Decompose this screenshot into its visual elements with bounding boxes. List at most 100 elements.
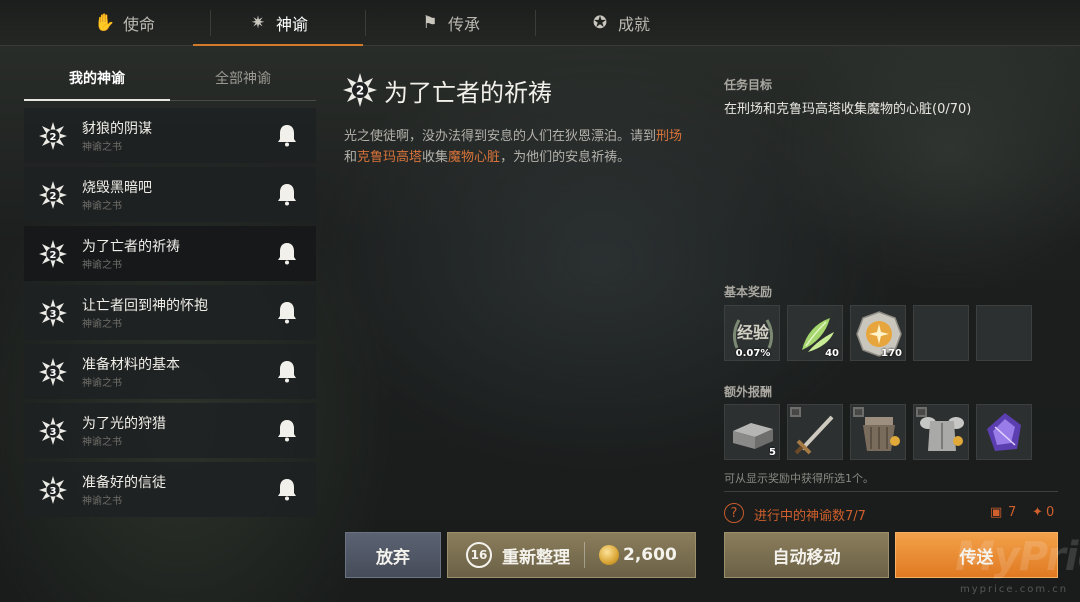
- give-up-button[interactable]: 放弃: [345, 532, 441, 578]
- quest-level-badge-icon: 3: [39, 358, 67, 386]
- spark-icon: ✦: [1032, 505, 1043, 520]
- quest-title: 烧毁黑暗吧: [82, 180, 152, 196]
- desc-text: 和: [344, 150, 358, 165]
- quest-list-item[interactable]: 3 为了光的狩猎 神谕之书: [24, 403, 316, 458]
- objective-text: 在刑场和克鲁玛高塔收集魔物的心脏(0/70): [724, 102, 972, 117]
- quest-title: 准备好的信徒: [82, 475, 166, 491]
- reward-slot-medal[interactable]: 170: [850, 305, 906, 361]
- quest-level-badge-icon: 3: [39, 417, 67, 445]
- desc-item-link: 魔物心脏: [448, 150, 501, 165]
- tab-all-oracles[interactable]: 全部神谕: [170, 56, 316, 100]
- oracle-progress-row: ? 进行中的神谕数7/7 ▣ 7 ✦ 0: [724, 503, 1058, 525]
- book-icon: ▤: [853, 407, 864, 417]
- reward-slot-feather[interactable]: 40: [787, 305, 843, 361]
- svg-text:3: 3: [50, 427, 57, 438]
- reward-value: 5: [769, 447, 776, 458]
- tab-achievement[interactable]: ✪ 成就: [535, 0, 705, 45]
- desc-location-link: 克鲁玛高塔: [357, 150, 423, 165]
- extra-reward-note: 可从显示奖励中获得所选1个。: [724, 472, 874, 485]
- watermark-url: myprice.com.cn: [960, 584, 1069, 595]
- scroll-icon: ▣: [990, 505, 1003, 520]
- reward-slot-empty: [913, 305, 969, 361]
- svg-text:2: 2: [50, 132, 57, 143]
- reward-value: 170: [881, 348, 902, 359]
- quest-level-badge-icon: 3: [39, 299, 67, 327]
- refresh-count-icon: 16: [466, 542, 492, 568]
- help-icon[interactable]: ?: [724, 503, 744, 523]
- extra-reward-slot[interactable]: ▤: [787, 404, 843, 460]
- svg-text:2: 2: [50, 250, 57, 261]
- quest-level-badge-icon: 2: [39, 181, 67, 209]
- quest-subtitle: 神谕之书: [82, 319, 122, 330]
- watermark-logo: MyPrice: [955, 534, 1080, 580]
- quest-level-badge-icon: 2: [39, 122, 67, 150]
- bell-icon[interactable]: [276, 418, 298, 442]
- extra-reward-slot[interactable]: ▤: [913, 404, 969, 460]
- quest-title: 为了亡者的祈祷: [82, 239, 180, 255]
- bell-icon[interactable]: [276, 123, 298, 147]
- book-icon: ▤: [916, 407, 927, 417]
- reward-value: 0.07%: [735, 348, 771, 359]
- extra-reward-slot[interactable]: 5: [724, 404, 780, 460]
- star-burst-icon: ✷: [250, 12, 266, 33]
- quest-subtitle: 神谕之书: [82, 142, 122, 153]
- bell-icon[interactable]: [276, 182, 298, 206]
- tab-oracle[interactable]: ✷ 神谕: [193, 0, 363, 46]
- tab-mission-label: 使命: [122, 14, 155, 34]
- tab-my-oracles[interactable]: 我的神谕: [24, 56, 170, 101]
- button-divider: [584, 542, 585, 568]
- quest-subtitle: 神谕之书: [82, 260, 122, 271]
- svg-text:经验: 经验: [737, 323, 770, 342]
- quest-level-badge-icon: 2: [39, 240, 67, 268]
- tab-legacy-label: 传承: [447, 14, 480, 34]
- book-icon: ▤: [790, 407, 801, 417]
- quest-detail-title: 为了亡者的祈祷: [384, 79, 552, 107]
- objective-label: 任务目标: [724, 78, 773, 92]
- bell-icon[interactable]: [276, 300, 298, 324]
- desc-text: 收集: [422, 150, 449, 165]
- quest-description: 光之使徒啊，没办法得到安息的人们在狄恩漂泊。请到刑场和克鲁玛高塔收集魔物心脏，为…: [344, 126, 694, 168]
- oracle-progress-text: 进行中的神谕数7/7: [754, 509, 866, 524]
- purple-crystal-icon: [987, 413, 1021, 451]
- reset-label: 重新整理: [502, 547, 570, 568]
- top-navigation-bar: ✋ 使命 ✷ 神谕 ⚑ 传承 ✪ 成就: [0, 0, 1080, 46]
- quest-subtitle: 神谕之书: [82, 201, 122, 212]
- bell-icon[interactable]: [276, 359, 298, 383]
- quest-list-item[interactable]: 3 让亡者回到神的怀抱神谕之书: [24, 285, 316, 340]
- hand-flame-icon: ✋: [94, 12, 116, 33]
- tab-mission[interactable]: ✋ 使命: [40, 0, 210, 45]
- detail-level: 2: [356, 84, 364, 98]
- bell-icon[interactable]: [276, 477, 298, 501]
- quest-list-item[interactable]: 3 准备材料的基本神谕之书: [24, 344, 316, 399]
- extra-reward-slot[interactable]: [976, 404, 1032, 460]
- quest-subtitle: 神谕之书: [82, 378, 122, 389]
- quest-list-item[interactable]: 2 烧毁黑暗吧神谕之书: [24, 167, 316, 222]
- svg-text:2: 2: [50, 191, 57, 202]
- svg-text:3: 3: [50, 486, 57, 497]
- quest-subtitle: 神谕之书: [82, 496, 122, 507]
- quest-title: 让亡者回到神的怀抱: [82, 298, 208, 314]
- desc-location-link: 刑场: [656, 129, 683, 144]
- extra-reward-label: 额外报酬: [724, 385, 773, 399]
- quest-title: 准备材料的基本: [82, 357, 180, 373]
- reset-button[interactable]: 16 重新整理 2,600: [447, 532, 696, 578]
- quest-list-item[interactable]: 3 准备好的信徒神谕之书: [24, 462, 316, 517]
- quest-level-badge-icon: 2: [343, 73, 377, 107]
- quest-list: 2 豺狼的阴谋 神谕之书 2 烧毁黑暗吧 神谕之书 2 为了亡者的祈祷 神谕之书 3 让亡者回到神的…: [24, 108, 316, 521]
- tab-achievement-label: 成就: [617, 14, 650, 34]
- quest-level-badge-icon: 3: [39, 476, 67, 504]
- auto-move-button[interactable]: 自动移动: [724, 532, 889, 578]
- count-b: 0: [1046, 505, 1055, 520]
- svg-text:3: 3: [50, 309, 57, 320]
- gold-coin-icon: [599, 545, 619, 565]
- reward-slot-exp[interactable]: 经验 0.07%: [724, 305, 780, 361]
- tab-legacy[interactable]: ⚑ 传承: [365, 0, 535, 45]
- quest-list-item[interactable]: 2 为了亡者的祈祷神谕之书: [24, 226, 316, 281]
- reward-slot-empty: [976, 305, 1032, 361]
- reward-value: 40: [825, 348, 839, 359]
- bell-icon[interactable]: [276, 241, 298, 265]
- extra-reward-slot[interactable]: ▤: [850, 404, 906, 460]
- quest-list-item[interactable]: 2 豺狼的阴谋 神谕之书: [24, 108, 316, 163]
- medal-icon: ✪: [592, 12, 608, 33]
- basic-reward-label: 基本奖励: [724, 285, 773, 299]
